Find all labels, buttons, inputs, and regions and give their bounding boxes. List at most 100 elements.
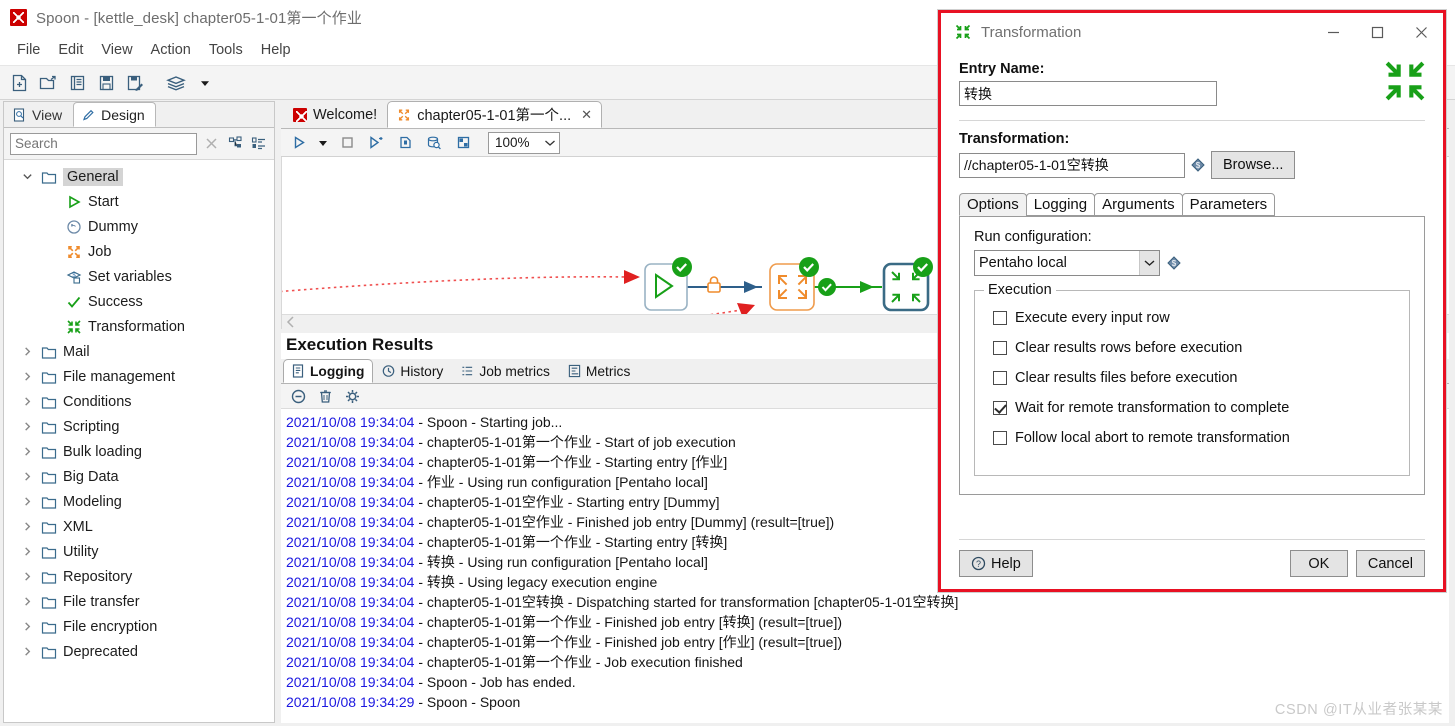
minimize-icon[interactable]: [1311, 15, 1355, 49]
menu-view[interactable]: View: [92, 39, 141, 61]
chevron-right-icon[interactable]: [20, 471, 35, 482]
run-dropdown-icon[interactable]: [316, 132, 330, 154]
tab-metrics[interactable]: Metrics: [559, 359, 639, 383]
checkbox-unchecked-icon[interactable]: [993, 431, 1007, 445]
tab-history[interactable]: History: [373, 359, 452, 383]
tree-item-deprecated[interactable]: Deprecated: [4, 639, 274, 664]
chevron-right-icon[interactable]: [20, 646, 35, 657]
chevron-right-icon[interactable]: [20, 371, 35, 382]
checkbox-unchecked-icon[interactable]: [993, 371, 1007, 385]
debug-icon[interactable]: [393, 132, 417, 154]
open-file-icon[interactable]: [35, 71, 61, 95]
transformation-path-input[interactable]: [959, 152, 1185, 178]
dialog-tab-arguments[interactable]: Arguments: [1094, 193, 1183, 216]
perspective-stack-icon[interactable]: [163, 71, 189, 95]
explore-repository-icon[interactable]: [64, 71, 90, 95]
chevron-right-icon[interactable]: [20, 571, 35, 582]
dialog-tab-options[interactable]: Options: [959, 193, 1027, 216]
chevron-right-icon[interactable]: [20, 421, 35, 432]
transformation-icon: [67, 319, 81, 334]
tree-item-set-variables[interactable]: $ Set variables: [4, 264, 274, 289]
chevron-right-icon[interactable]: [20, 546, 35, 557]
variable-diamond-icon[interactable]: $: [1191, 158, 1205, 172]
tree-item-xml[interactable]: XML: [4, 514, 274, 539]
cancel-button[interactable]: Cancel: [1355, 550, 1425, 577]
entry-name-input[interactable]: [959, 81, 1217, 106]
checkbox-row[interactable]: Execute every input row: [993, 303, 1399, 333]
tree-item-file-transfer[interactable]: File transfer: [4, 589, 274, 614]
tab-welcome[interactable]: Welcome!: [283, 101, 387, 128]
zoom-level-select[interactable]: 100%: [488, 131, 560, 154]
close-icon[interactable]: ✕: [581, 107, 592, 123]
checkbox-row[interactable]: Wait for remote transformation to comple…: [993, 393, 1399, 423]
save-icon[interactable]: [93, 71, 119, 95]
expand-tree-icon[interactable]: [227, 133, 245, 155]
save-as-icon[interactable]: [122, 71, 148, 95]
search-input[interactable]: [10, 132, 197, 155]
menu-edit[interactable]: Edit: [49, 39, 92, 61]
menu-help[interactable]: Help: [252, 39, 300, 61]
dialog-tab-parameters[interactable]: Parameters: [1181, 193, 1276, 216]
tree-item-big-data[interactable]: Big Data: [4, 464, 274, 489]
show-grid-icon[interactable]: [451, 132, 475, 154]
clear-x-icon[interactable]: [203, 133, 221, 155]
clear-log-icon[interactable]: [314, 385, 336, 407]
dialog-tab-logging[interactable]: Logging: [1025, 193, 1096, 216]
chevron-right-icon[interactable]: [20, 621, 35, 632]
tree-item-general[interactable]: General: [4, 164, 274, 189]
stop-icon[interactable]: [335, 132, 359, 154]
tree-item-transformation[interactable]: Transformation: [4, 314, 274, 339]
tree-item-scripting[interactable]: Scripting: [4, 414, 274, 439]
collapse-log-icon[interactable]: [287, 385, 309, 407]
menu-file[interactable]: File: [8, 39, 49, 61]
chevron-right-icon[interactable]: [20, 346, 35, 357]
menu-tools[interactable]: Tools: [200, 39, 252, 61]
close-icon[interactable]: [1399, 15, 1443, 49]
collapse-tree-icon[interactable]: [250, 133, 268, 155]
run-configuration-select[interactable]: Pentaho local: [974, 250, 1160, 276]
tree-item-modeling[interactable]: Modeling: [4, 489, 274, 514]
tree-item-job[interactable]: Job: [4, 239, 274, 264]
tree-item-start[interactable]: Start: [4, 189, 274, 214]
checkbox-row[interactable]: Follow local abort to remote transformat…: [993, 423, 1399, 453]
chevron-down-icon[interactable]: [192, 71, 218, 95]
tab-logging[interactable]: Logging: [283, 359, 374, 383]
tree-item-success[interactable]: Success: [4, 289, 274, 314]
tree-item-label: File encryption: [63, 618, 158, 635]
log-settings-icon[interactable]: [341, 385, 363, 407]
tree-item-bulk-loading[interactable]: Bulk loading: [4, 439, 274, 464]
run-icon[interactable]: [287, 132, 311, 154]
maximize-icon[interactable]: [1355, 15, 1399, 49]
browse-button[interactable]: Browse...: [1211, 151, 1296, 179]
chevron-right-icon[interactable]: [20, 396, 35, 407]
tree-item-dummy[interactable]: Dummy: [4, 214, 274, 239]
checkbox-unchecked-icon[interactable]: [993, 341, 1007, 355]
chevron-right-icon[interactable]: [20, 496, 35, 507]
checkbox-checked-icon[interactable]: [993, 401, 1007, 415]
chevron-right-icon[interactable]: [20, 446, 35, 457]
checkbox-row[interactable]: Clear results files before execution: [993, 363, 1399, 393]
checkbox-row[interactable]: Clear results rows before execution: [993, 333, 1399, 363]
tree-item-mail[interactable]: Mail: [4, 339, 274, 364]
chevron-down-icon[interactable]: [20, 171, 35, 182]
chevron-right-icon[interactable]: [20, 596, 35, 607]
tree-item-file-management[interactable]: File management: [4, 364, 274, 389]
menu-action[interactable]: Action: [142, 39, 200, 61]
help-button[interactable]: ? Help: [959, 550, 1033, 577]
new-file-icon[interactable]: [6, 71, 32, 95]
sql-inspect-icon[interactable]: [422, 132, 446, 154]
tree-item-utility[interactable]: Utility: [4, 539, 274, 564]
tab-view[interactable]: View: [4, 102, 73, 127]
tree-item-file-encryption[interactable]: File encryption: [4, 614, 274, 639]
tab-job-chapter05[interactable]: chapter05-1-01第一个... ✕: [387, 101, 603, 128]
variable-diamond-icon[interactable]: $: [1167, 256, 1181, 270]
preview-icon[interactable]: [364, 132, 388, 154]
ok-button[interactable]: OK: [1289, 550, 1348, 577]
tab-design[interactable]: Design: [73, 102, 156, 127]
checkbox-unchecked-icon[interactable]: [993, 311, 1007, 325]
design-tree[interactable]: General Start Dummy Job $ Set variables Succes…: [4, 160, 274, 722]
chevron-right-icon[interactable]: [20, 521, 35, 532]
tab-job-metrics[interactable]: Job metrics: [452, 359, 559, 383]
tree-item-conditions[interactable]: Conditions: [4, 389, 274, 414]
tree-item-repository[interactable]: Repository: [4, 564, 274, 589]
